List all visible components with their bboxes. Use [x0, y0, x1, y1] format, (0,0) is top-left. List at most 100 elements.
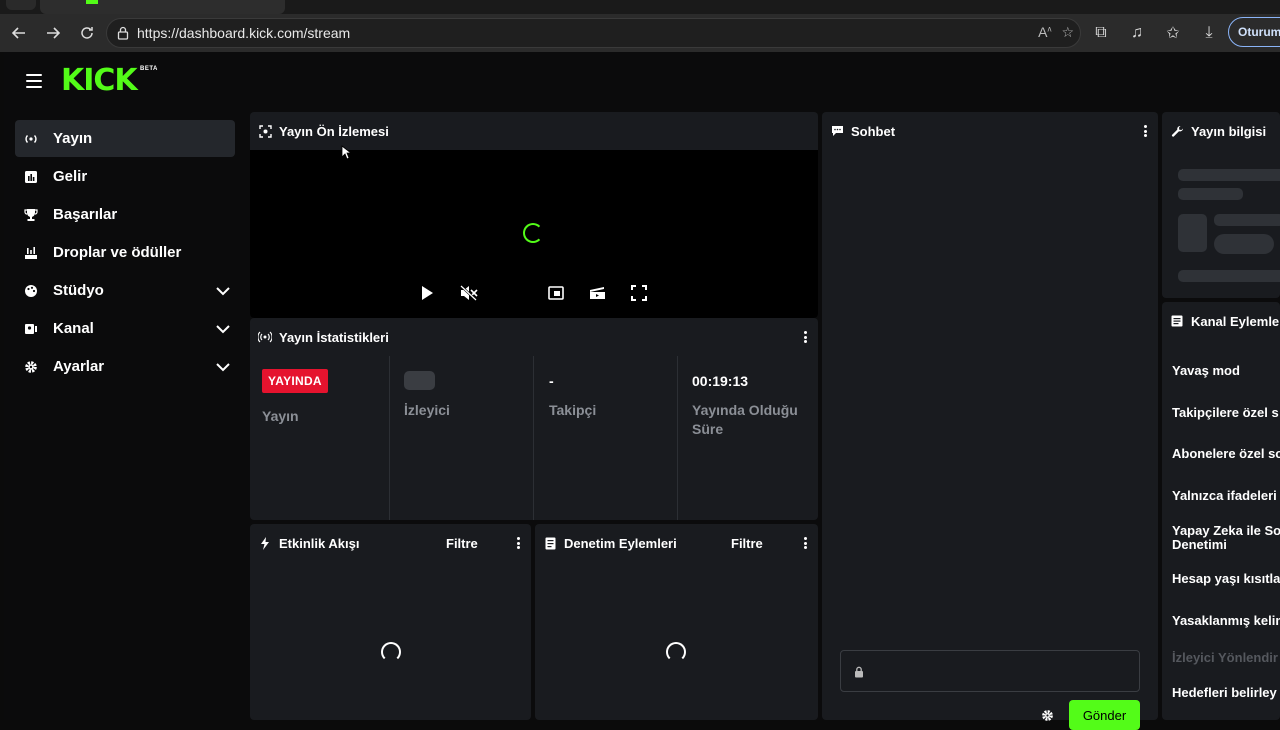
- gear-icon: [23, 359, 39, 375]
- account-age-toggle[interactable]: Hesap yaşı kısıtla: [1172, 572, 1280, 586]
- panel-title: Yayın İstatistikleri: [279, 329, 389, 345]
- muted-speaker-icon: [460, 285, 478, 301]
- mute-button[interactable]: [460, 284, 478, 302]
- banned-words-item[interactable]: Yasaklanmış kelim: [1172, 614, 1280, 628]
- skeleton-line: [1178, 188, 1243, 200]
- filter-button[interactable]: Filtre: [731, 536, 763, 551]
- back-button[interactable]: [2, 18, 36, 48]
- sidebar-item-settings[interactable]: Ayarlar: [15, 348, 235, 385]
- stat-label: Yayın: [262, 408, 299, 424]
- sidebar-item-stream[interactable]: Yayın: [15, 120, 235, 157]
- panel-title: Sohbet: [851, 123, 896, 139]
- menu-icon[interactable]: [26, 74, 42, 88]
- more-options-icon[interactable]: [517, 537, 521, 549]
- broadcast-icon: [23, 131, 39, 147]
- chevron-down-icon[interactable]: [215, 359, 231, 375]
- chart-icon: [23, 169, 39, 185]
- chevron-down-icon[interactable]: [215, 283, 231, 299]
- sidebar-item-label: Gelir: [53, 168, 88, 185]
- reload-icon: [81, 27, 93, 39]
- skeleton-line: [1178, 270, 1280, 282]
- followers-only-toggle[interactable]: Takipçilere özel s: [1172, 406, 1279, 420]
- panel-header: Yayın Ön İzlemesi: [250, 112, 818, 150]
- forward-button[interactable]: [36, 18, 70, 48]
- skeleton-pill: [1214, 234, 1274, 254]
- ai-moderation-toggle[interactable]: Yapay Zeka ile So Denetimi: [1172, 524, 1280, 552]
- favorites-icon[interactable]: ✩: [1162, 23, 1184, 43]
- sidebar-item-achievements[interactable]: Başarılar: [15, 196, 235, 233]
- more-options-icon[interactable]: [804, 331, 808, 343]
- more-options-icon[interactable]: [804, 537, 808, 549]
- broadcast-icon: [258, 330, 272, 344]
- panel-header: Yayın İstatistikleri: [250, 318, 818, 356]
- kick-favicon: [86, 0, 98, 4]
- sidebar-item-drops[interactable]: Droplar ve ödüller: [15, 234, 235, 271]
- slow-mode-toggle[interactable]: Yavaş mod: [1172, 364, 1240, 378]
- browser-tab-active[interactable]: [40, 0, 285, 14]
- theater-mode-button[interactable]: [588, 284, 606, 302]
- play-button[interactable]: [418, 284, 436, 302]
- users-icon: [23, 321, 39, 337]
- action-label: Yapay Zeka ile So: [1172, 523, 1280, 538]
- loading-spinner-icon: [666, 642, 686, 662]
- panel-title: Yayın bilgisi: [1191, 123, 1267, 139]
- panel-header: Kanal Eylemle: [1162, 302, 1280, 340]
- document-icon: [543, 536, 557, 550]
- kick-logo[interactable]: KICK: [61, 64, 138, 98]
- stat-label: Süre: [692, 421, 724, 437]
- address-bar[interactable]: https://dashboard.kick.com/stream Aʌ ☆: [106, 18, 1081, 48]
- fullscreen-button[interactable]: [630, 284, 648, 302]
- panel-header: Sohbet: [822, 112, 1158, 150]
- read-aloud-icon[interactable]: Aʌ: [1038, 24, 1051, 41]
- miniplayer-button[interactable]: [547, 284, 565, 302]
- emotes-only-toggle[interactable]: Yalnızca ifadeleri: [1172, 489, 1277, 503]
- skeleton-thumbnail: [1178, 214, 1207, 252]
- subscribers-only-toggle[interactable]: Abonelere özel so: [1172, 447, 1280, 461]
- stream-stats-panel: Yayın İstatistikleri YAYINDA Yayın İzley…: [250, 318, 818, 520]
- uptime-value: 00:19:13: [692, 373, 749, 389]
- downloads-icon[interactable]: ⤓: [1198, 24, 1220, 42]
- video-player[interactable]: [250, 150, 818, 318]
- chat-settings-gear-icon[interactable]: [1041, 709, 1054, 727]
- more-options-icon[interactable]: [1144, 125, 1148, 137]
- sidebar-item-label: Yayın: [53, 130, 93, 147]
- filter-button[interactable]: Filtre: [446, 536, 478, 551]
- chevron-down-icon[interactable]: [215, 321, 231, 337]
- sidebar-item-channel[interactable]: Kanal: [15, 310, 235, 347]
- follower-count: -: [549, 373, 554, 389]
- browser-tabstrip: [0, 0, 1280, 14]
- gift-icon: [23, 245, 39, 261]
- chat-input[interactable]: [840, 650, 1140, 692]
- arrow-right-icon: [47, 27, 61, 39]
- divider: [677, 356, 678, 520]
- loading-spinner-icon: [523, 223, 543, 243]
- extensions-icon[interactable]: ⧉: [1090, 24, 1112, 42]
- set-goals-item[interactable]: Hedefleri belirley: [1172, 686, 1277, 700]
- lock-icon[interactable]: [115, 25, 131, 41]
- viewer-count-skeleton: [404, 371, 435, 390]
- stream-preview-panel: Yayın Ön İzlemesi: [250, 112, 818, 318]
- sidebar-item-label: Kanal: [53, 320, 94, 337]
- sidebar: Yayın Gelir Başarılar Droplar ve ödüller…: [4, 110, 248, 720]
- url-text[interactable]: https://dashboard.kick.com/stream: [137, 25, 350, 41]
- sidebar-item-revenue[interactable]: Gelir: [15, 158, 235, 195]
- favorite-star-icon[interactable]: ☆: [1061, 24, 1074, 41]
- beta-badge: BETA: [140, 66, 158, 72]
- sidebar-item-studio[interactable]: Stüdyo: [15, 272, 235, 309]
- panel-title: Yayın Ön İzlemesi: [279, 123, 389, 139]
- app-header: KICK BETA: [4, 52, 1280, 110]
- signin-button[interactable]: Oturum: [1228, 17, 1280, 47]
- send-button[interactable]: Gönder: [1069, 700, 1140, 730]
- stream-info-panel: Yayın bilgisi: [1162, 112, 1280, 298]
- action-label: Denetimi: [1172, 537, 1227, 552]
- stat-label: Takipçi: [549, 402, 597, 418]
- activity-feed-panel: Etkinlik Akışı Filtre: [250, 524, 531, 720]
- divider: [533, 356, 534, 520]
- panel-header: Etkinlik Akışı: [250, 524, 531, 562]
- reload-button[interactable]: [70, 18, 104, 48]
- sidebar-item-label: Başarılar: [53, 206, 118, 223]
- live-badge: YAYINDA: [262, 369, 328, 393]
- panel-title: Denetim Eylemleri: [564, 535, 677, 551]
- media-icon[interactable]: ♫: [1126, 24, 1148, 42]
- browser-tab[interactable]: [6, 0, 36, 10]
